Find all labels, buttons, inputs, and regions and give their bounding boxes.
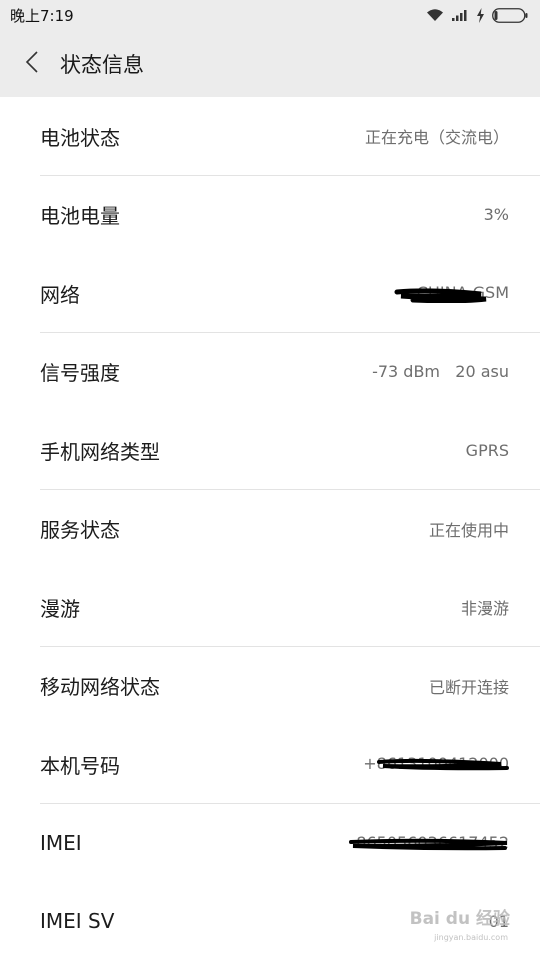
row-value-redacted: +8613100412000 (363, 754, 509, 774)
row-value: 正在使用中 (428, 520, 509, 540)
chevron-left-icon (25, 50, 39, 78)
row-value: 非漫游 (460, 599, 509, 619)
list-item-network: 网络 CHINA GSM (0, 254, 540, 333)
row-label: 移动网络状态 (40, 675, 160, 700)
list-item-signal-strength: 信号强度 -73 dBm 20 asu (0, 333, 540, 412)
row-value: 正在充电（交流电） (364, 128, 509, 148)
status-bar: 晚上7:19 (0, 0, 540, 30)
row-label: 服务状态 (40, 518, 120, 543)
status-time: 晚上7:19 (10, 6, 74, 25)
row-label: 电池状态 (40, 125, 120, 150)
list-item-roaming: 漫游 非漫游 (0, 568, 540, 647)
row-label: 信号强度 (40, 361, 120, 386)
row-value: -73 dBm 20 asu (372, 362, 509, 382)
list-item-phone-number: 本机号码 +8613100412000 (0, 725, 540, 804)
baidu-watermark: Bai du 经验 (410, 904, 510, 929)
row-value: 已断开连接 (428, 677, 509, 697)
watermark-url: jingyan.baidu.com (434, 933, 508, 942)
list-item-service-state: 服务状态 正在使用中 (0, 490, 540, 569)
status-info-list: 电池状态 正在充电（交流电） 电池电量 3% 网络 CHINA GSM 信号强度… (0, 97, 540, 961)
row-label: 本机号码 (40, 753, 120, 778)
row-value: +8613100412000 (363, 754, 509, 774)
row-label: IMEI (40, 830, 82, 855)
status-icons (426, 7, 528, 23)
list-item-battery-status: 电池状态 正在充电（交流电） (0, 97, 540, 176)
row-value: 865056036617452 (356, 832, 509, 852)
list-item-battery-level: 电池电量 3% (0, 176, 540, 255)
title-bar: 状态信息 (0, 30, 540, 97)
battery-icon (492, 7, 528, 23)
list-item-imei: IMEI 865056036617452 (0, 804, 540, 883)
list-item-network-type: 手机网络类型 GPRS (0, 411, 540, 490)
back-button[interactable] (6, 39, 58, 89)
row-value-redacted: 865056036617452 (349, 833, 509, 853)
row-value: 3% (483, 205, 509, 225)
row-label: 网络 (40, 282, 80, 307)
row-label: 电池电量 (40, 204, 120, 229)
row-value: GPRS (465, 440, 509, 460)
row-label: 手机网络类型 (40, 439, 160, 464)
signal-icon (451, 8, 469, 22)
list-item-mobile-network-state: 移动网络状态 已断开连接 (0, 647, 540, 726)
charging-icon (476, 7, 485, 23)
row-value-redacted: CHINA GSM (389, 283, 509, 304)
row-label: 漫游 (40, 596, 80, 621)
wifi-icon (426, 8, 444, 22)
watermark-text: Bai du 经验 (409, 909, 510, 929)
page-title: 状态信息 (60, 52, 144, 77)
row-value: CHINA GSM (416, 283, 509, 303)
